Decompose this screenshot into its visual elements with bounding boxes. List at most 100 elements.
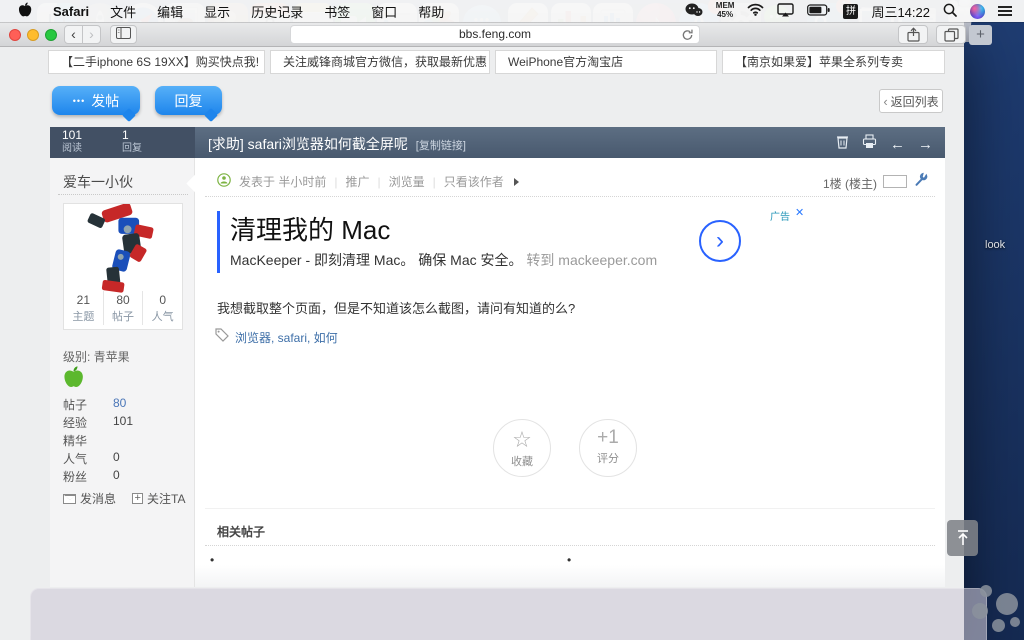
wrench-icon[interactable] (914, 172, 929, 192)
prev-thread-icon[interactable]: ← (890, 136, 905, 153)
member-icon (217, 173, 231, 190)
wifi-icon[interactable] (747, 3, 764, 19)
ad-banner-link[interactable]: WeiPhone官方淘宝店 (495, 50, 717, 74)
menu-item-window[interactable]: 窗口 (371, 2, 397, 21)
ad-title[interactable]: 清理我的 Mac (230, 210, 390, 247)
floor-label: 1楼 (楼主) (822, 177, 877, 191)
author-posts-row: 帖子 80 (63, 396, 127, 412)
thread-title: [求助] safari浏览器如何截全屏呢 [复制链接] (208, 136, 466, 152)
back-to-list-label: 返回列表 (890, 94, 939, 109)
reply-button[interactable]: 回复 (155, 86, 222, 115)
window-titlebar[interactable]: ‹ › bbs.feng.com (0, 22, 966, 47)
related-posts-title: 相关帖子 (217, 525, 266, 539)
floor-checkbox[interactable] (883, 175, 907, 188)
ad-accent-bar (217, 211, 220, 273)
scroll-to-top-button[interactable] (947, 520, 978, 556)
back-to-list-button[interactable]: ‹ 返回列表 (879, 89, 943, 113)
tag-icon (215, 328, 229, 347)
sidebar-icon (116, 27, 131, 39)
ad-arrow-button[interactable]: › (699, 220, 741, 262)
minimize-window-button[interactable] (27, 29, 39, 41)
favorite-label: 收藏 (511, 456, 533, 469)
post-area: 发表于 半小时前 | 推广 | 浏览量 | 只看该作者 1楼 (楼主) 清理我的… (195, 158, 945, 587)
copy-link[interactable]: [复制链接] (416, 140, 466, 152)
post-time: 发表于 半小时前 (239, 175, 327, 189)
triangle-right-icon (513, 177, 519, 186)
tabs-icon (943, 27, 959, 42)
only-author-link[interactable]: 只看该作者 (444, 173, 504, 190)
siri-icon[interactable] (970, 3, 985, 19)
desktop-icon-partial[interactable] (968, 585, 1024, 640)
menu-clock[interactable]: 周三14:22 (871, 2, 930, 21)
plus-one-icon: +1 (597, 427, 619, 448)
read-count: 101 (62, 128, 83, 142)
menu-item-safari[interactable]: Safari (53, 4, 89, 19)
author-popularity-row: 人气 0 (63, 450, 120, 466)
author-sidebar: 爱车一小伙 21 主题 80 帖子 0 人气 级别: 青苹果 帖子 80 经验 … (50, 158, 195, 587)
memory-status[interactable]: MEM 45% (716, 1, 735, 20)
author-exp-row: 经验 101 (63, 414, 134, 430)
sidebar-toggle-button[interactable] (110, 25, 137, 44)
author-digest-row: 精华 (63, 434, 88, 448)
thread-stats: 101 阅读 1 回复 (50, 127, 195, 158)
address-bar[interactable]: bbs.feng.com (290, 25, 700, 44)
desktop-icon-label[interactable]: look (985, 239, 1005, 251)
menu-item-file[interactable]: 文件 (110, 2, 136, 21)
desktop: look ‹ › bbs.feng.com + 【二手iphone 6S 19X… (0, 0, 1024, 640)
url-text: bbs.feng.com (458, 27, 532, 41)
favorite-button[interactable]: ☆ 收藏 (493, 419, 551, 477)
author-posts-stat: 80 帖子 (102, 290, 143, 325)
spotlight-icon[interactable] (943, 3, 957, 20)
share-button[interactable] (898, 25, 928, 44)
delete-icon[interactable] (836, 134, 849, 154)
promote-link[interactable]: 推广 (345, 173, 369, 190)
reply-count-label: 回复 (122, 142, 142, 154)
ad-goto-link[interactable]: 转到 mackeeper.com (526, 252, 657, 268)
dots-icon: ••• (72, 95, 86, 106)
post-tags[interactable]: 浏览器, safari, 如何 (235, 329, 338, 346)
mackeeper-ad[interactable]: 清理我的 Mac MacKeeper - 即刻清理 Mac。 确保 Mac 安全… (217, 206, 809, 282)
battery-icon[interactable] (807, 3, 831, 19)
arrow-up-icon (957, 530, 968, 545)
menu-item-view[interactable]: 显示 (204, 2, 230, 21)
send-message-button[interactable]: 发消息 (63, 490, 116, 507)
menu-item-help[interactable]: 帮助 (418, 2, 444, 21)
airplay-display-icon[interactable] (777, 2, 795, 20)
chevron-left-icon: ‹ (883, 93, 888, 109)
close-window-button[interactable] (9, 29, 21, 41)
post-body-text: 我想截取整个页面，但是不知道该怎么截图，请问有知道的么? (217, 301, 576, 316)
new-post-button[interactable]: ••• 发帖 (52, 86, 140, 115)
menu-item-bookmarks[interactable]: 书签 (324, 2, 350, 21)
views-link[interactable]: 浏览量 (389, 173, 425, 190)
green-apple-level-icon (63, 366, 84, 394)
forward-button[interactable]: › (82, 25, 101, 44)
dock (30, 588, 987, 640)
rate-button[interactable]: +1 评分 (579, 419, 637, 477)
input-method-icon[interactable]: 拼 (843, 3, 859, 19)
add-icon (132, 492, 144, 504)
reload-icon[interactable] (681, 28, 694, 47)
notification-center-icon[interactable] (998, 6, 1012, 16)
print-icon[interactable] (862, 134, 877, 154)
read-label: 阅读 (62, 142, 82, 154)
back-button[interactable]: ‹ (64, 25, 83, 44)
share-icon (906, 27, 920, 42)
new-tab-button[interactable]: + (969, 25, 992, 45)
author-fans-row: 粉丝 0 (63, 468, 120, 484)
star-icon: ☆ (512, 427, 532, 452)
ad-banner-link[interactable]: 【南京如果爱】苹果全系列专卖 (722, 50, 945, 74)
wechat-status-icon[interactable] (685, 3, 703, 20)
author-username[interactable]: 爱车一小伙 (63, 172, 133, 192)
show-tabs-button[interactable] (936, 25, 966, 44)
author-avatar-card[interactable]: 21 主题 80 帖子 0 人气 (63, 202, 183, 330)
ad-banner-link[interactable]: 关注威锋商城官方微信，获取最新优惠！ (270, 50, 490, 74)
menu-item-history[interactable]: 历史记录 (251, 2, 303, 21)
zoom-window-button[interactable] (45, 29, 57, 41)
author-popularity-stat: 0 人气 (142, 290, 182, 325)
menu-item-edit[interactable]: 编辑 (157, 2, 183, 21)
ad-banner-link[interactable]: 【二手iphone 6S 19XX】购买快点我! (48, 50, 265, 74)
next-thread-icon[interactable]: → (918, 136, 933, 153)
apple-menu-icon[interactable] (18, 2, 32, 21)
ad-close-icon[interactable]: ✕ (795, 206, 804, 219)
follow-button[interactable]: 关注TA (132, 490, 185, 507)
